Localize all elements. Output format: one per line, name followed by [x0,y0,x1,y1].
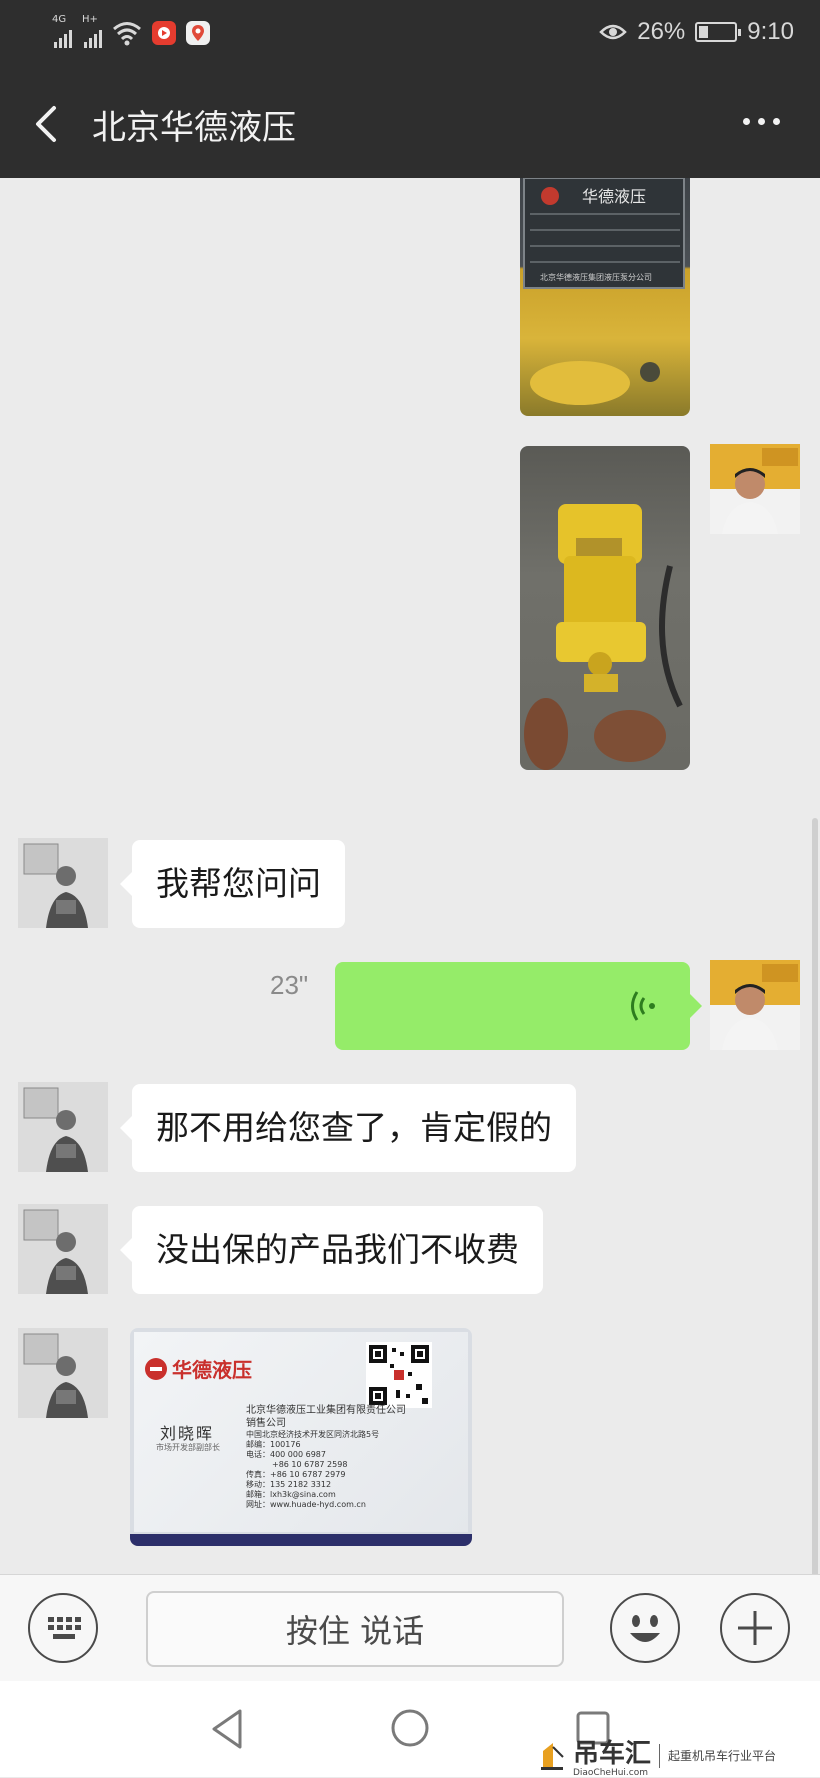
chat-area[interactable]: 华德液压 北京华德液压集团液压泵分公司 我帮您问问 23" 那不用给您查了，肯定… [0,178,820,1574]
chat-header: 北京华德液压 [0,70,820,178]
watermark-tagline: 起重机吊车行业平台 [667,1749,776,1763]
watermark-text: 吊车汇 DiaoCheHui.com [573,1733,651,1778]
message-bubble-received[interactable]: 我帮您问问 [120,840,345,928]
signal-icon-1: 4G [52,14,72,48]
business-card: 华德液压 刘晓晖 市场开发部副部长 北京华德液压工业集团有限责任公司 销售公司 … [134,1332,468,1532]
card-person-name: 刘晓晖 [160,1424,215,1443]
card-brand: 华德液压 [172,1358,252,1382]
status-left: 4G H+ [52,14,210,48]
card-fax: 传真：+86 10 6787 2979 [246,1470,346,1479]
card-website: 网址：www.huade-hyd.com.cn [246,1500,366,1509]
watermark-divider [658,1743,660,1768]
map-app-icon [186,21,210,45]
contact-avatar[interactable] [18,1328,108,1418]
eye-comfort-icon [599,24,628,40]
my-avatar-photo [710,444,800,534]
my-avatar-photo [710,960,800,1050]
my-avatar[interactable] [710,444,800,534]
clock: 9:10 [747,18,794,45]
card-division: 销售公司 [246,1418,286,1429]
voice-message-bubble[interactable] [335,962,702,1050]
contact-avatar-photo [18,1082,108,1172]
nameplate-photo[interactable]: 华德液压 北京华德液压集团液压泵分公司 [520,178,690,416]
system-nav-bar: 吊车汇 DiaoCheHui.com 起重机吊车行业平台 [0,1681,820,1778]
chat-scrollbar[interactable] [812,818,818,1574]
battery-fill [699,26,709,38]
status-bar: 4G H+ 26% 9:10 [0,0,820,70]
voice-duration: 23" [270,970,309,1000]
card-company: 北京华德液压工业集团有限责任公司 [246,1405,406,1416]
contact-avatar[interactable] [18,838,108,928]
more-actions-button[interactable] [720,1593,790,1663]
watermark: 吊车汇 DiaoCheHui.com 起重机吊车行业平台 [539,1733,776,1778]
card-postcode: 邮编：100176 [246,1440,301,1449]
emoji-button[interactable] [610,1593,680,1663]
my-avatar[interactable] [710,960,800,1050]
card-person-position: 市场开发部副部长 [156,1443,220,1452]
chat-title: 北京华德液压 [92,108,296,148]
card-email: 邮箱：lxh3k@sina.com [246,1490,336,1499]
wifi-icon [113,22,141,46]
plus-icon [738,1611,772,1645]
hold-to-talk-button[interactable]: 按住 说话 [146,1591,564,1667]
watermark-name: 吊车汇 [572,1739,651,1769]
message-bubble-received[interactable]: 那不用给您查了，肯定假的 [120,1084,576,1172]
card-contact-block: 北京华德液压工业集团有限责任公司 销售公司 中国北京经济技术开发区同济北路5号 … [246,1404,406,1510]
nameplate-maker: 北京华德液压集团液压泵分公司 [540,272,652,282]
more-options-icon[interactable] [743,118,780,125]
card-address: 中国北京经济技术开发区同济北路5号 [246,1430,380,1439]
pump-graphic [524,504,683,770]
qr-code-icon [366,1342,432,1408]
network-type-2: H+ [82,14,98,25]
contact-avatar[interactable] [18,1204,108,1294]
network-type-1: 4G [52,14,67,25]
keyboard-icon [48,1617,81,1639]
smiley-icon [630,1615,660,1642]
contact-avatar-photo [18,1328,108,1418]
pump-photo[interactable] [520,446,690,770]
contact-avatar[interactable] [18,1082,108,1172]
video-app-icon [152,21,176,45]
signal-icon-2: H+ [82,14,102,48]
watermark-logo-icon [540,1742,564,1770]
card-phone: 电话：400 000 6987 [246,1450,326,1459]
input-bar: 按住 说话 [0,1574,820,1681]
battery-percent: 26% [637,18,686,45]
nav-home-icon[interactable] [389,1707,431,1749]
card-mobile: 移动：135 2182 3312 [246,1480,332,1489]
contact-avatar-photo [18,838,108,928]
card-desk-edge [130,1534,472,1546]
nav-back-icon[interactable] [208,1707,248,1751]
battery-icon [695,22,742,42]
back-arrow-icon[interactable] [28,100,68,148]
keyboard-toggle-button[interactable] [28,1593,98,1663]
card-logo-icon [145,1357,167,1380]
message-bubble-received[interactable]: 没出保的产品我们不收费 [120,1206,543,1294]
card-phone-2: +86 10 6787 2598 [272,1460,348,1469]
status-right: 26% 9:10 [599,18,794,46]
card-logo: 华德液压 [144,1354,252,1383]
contact-avatar-photo [18,1204,108,1294]
business-card-photo[interactable]: 华德液压 刘晓晖 市场开发部副部长 北京华德液压工业集团有限责任公司 销售公司 … [130,1328,472,1546]
voice-wave-icon [631,991,655,1021]
nameplate-brand: 华德液压 [582,187,646,206]
nameplate-graphic: 华德液压 北京华德液压集团液压泵分公司 [523,178,685,405]
